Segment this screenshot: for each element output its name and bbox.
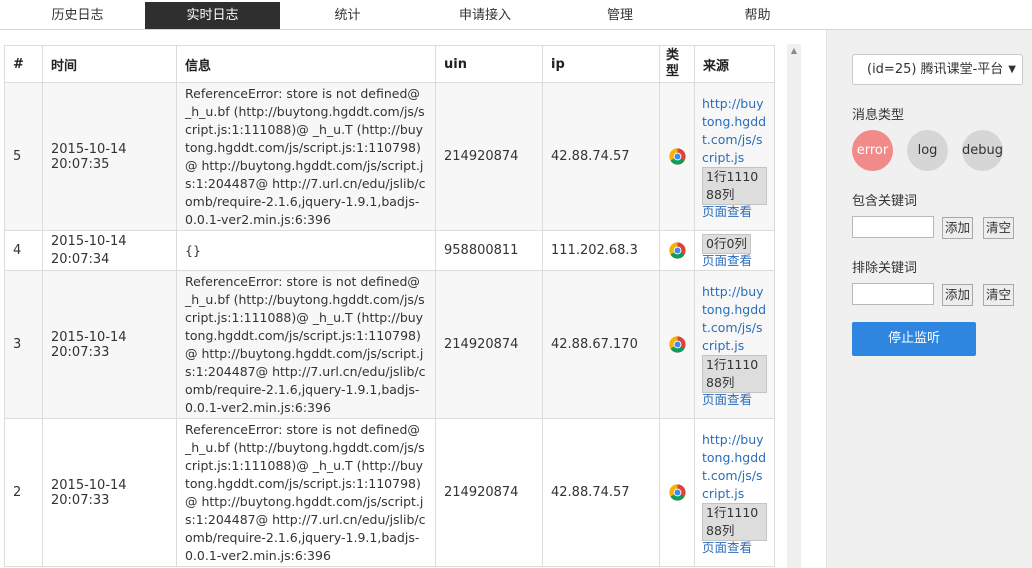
header-ip: ip (542, 45, 660, 83)
row-info: ReferenceError: store is not defined@ _h… (176, 82, 436, 231)
log-panel: # 时间 信息 uin ip 类型 来源 5 2015-10-14 20:07:3… (0, 30, 826, 568)
scrollbar[interactable]: ▲ (787, 44, 801, 568)
nav-history-logs[interactable]: 历史日志 (10, 2, 145, 29)
row-clock: 20:07:33 (51, 492, 110, 508)
row-clock: 20:07:33 (51, 344, 110, 360)
nav-help[interactable]: 帮助 (690, 2, 825, 29)
position-badge: 1行111088列 (702, 502, 767, 541)
row-ip: 111.202.68.3 (542, 230, 660, 271)
row-num: 4 (4, 230, 43, 271)
position-badge: 1行111088列 (702, 354, 767, 393)
view-page-link[interactable]: 页面查看 (702, 392, 767, 407)
row-browser (659, 82, 695, 231)
row-info: ReferenceError: store is not defined@ _h… (176, 270, 436, 419)
nav-statistics[interactable]: 统计 (280, 2, 415, 29)
row-source: 0行0列 页面查看 (694, 230, 775, 271)
header-source: 来源 (694, 45, 775, 83)
row-info: {} (176, 230, 436, 271)
row-date: 2015-10-14 (51, 233, 127, 249)
type-log-toggle[interactable]: log (907, 130, 948, 171)
table-row: 3 2015-10-14 20:07:33 ReferenceError: sto… (4, 270, 775, 419)
source-link[interactable]: http://buytong.hgddt.com/js/script.js (702, 431, 767, 503)
row-browser (659, 270, 695, 419)
header-type: 类型 (659, 45, 695, 83)
exclude-clear-button[interactable]: 清空 (983, 284, 1014, 306)
row-num: 3 (4, 270, 43, 419)
project-select-value: (id=25) 腾讯课堂-平台 (867, 62, 1004, 77)
row-time: 2015-10-14 20:07:35 (42, 82, 177, 231)
row-uin: 958800811 (435, 230, 543, 271)
type-error-toggle[interactable]: error (852, 130, 893, 171)
row-time: 2015-10-14 20:07:34 (42, 230, 177, 271)
project-select[interactable]: (id=25) 腾讯课堂-平台 ▼ (852, 54, 1023, 85)
row-num: 2 (4, 418, 43, 567)
row-date: 2015-10-14 (51, 329, 127, 345)
scroll-up-arrow-icon[interactable]: ▲ (787, 44, 801, 58)
top-nav: 历史日志 实时日志 统计 申请接入 管理 帮助 (0, 0, 1032, 30)
row-uin: 214920874 (435, 82, 543, 231)
row-info: ReferenceError: store is not defined@ _h… (176, 418, 436, 567)
row-uin: 214920874 (435, 418, 543, 567)
type-debug-toggle[interactable]: debug (962, 130, 1003, 171)
view-page-link[interactable]: 页面查看 (702, 204, 767, 219)
include-clear-button[interactable]: 清空 (983, 217, 1014, 239)
chrome-icon (668, 484, 686, 501)
log-table: # 时间 信息 uin ip 类型 来源 5 2015-10-14 20:07:3… (4, 45, 775, 567)
nav-manage[interactable]: 管理 (555, 2, 685, 29)
chevron-down-icon: ▼ (1005, 55, 1016, 84)
table-row: 4 2015-10-14 20:07:34 {} 958800811 111.20… (4, 230, 775, 271)
row-source: http://buytong.hgddt.com/js/script.js 1行… (694, 270, 775, 419)
header-info: 信息 (176, 45, 436, 83)
exclude-keyword-input[interactable] (852, 283, 934, 305)
row-source: http://buytong.hgddt.com/js/script.js 1行… (694, 82, 775, 231)
include-add-button[interactable]: 添加 (942, 217, 973, 239)
row-time: 2015-10-14 20:07:33 (42, 270, 177, 419)
row-time: 2015-10-14 20:07:33 (42, 418, 177, 567)
include-keyword-input[interactable] (852, 216, 934, 238)
chrome-icon (668, 242, 686, 259)
header-num: # (4, 45, 43, 83)
message-type-label: 消息类型 (852, 108, 905, 123)
position-badge: 0行0列 (702, 233, 751, 254)
table-row: 5 2015-10-14 20:07:35 ReferenceError: sto… (4, 82, 775, 231)
row-clock: 20:07:34 (51, 251, 110, 267)
row-ip: 42.88.67.170 (542, 270, 660, 419)
row-num: 5 (4, 82, 43, 231)
row-date: 2015-10-14 (51, 477, 127, 493)
table-row: 2 2015-10-14 20:07:33 ReferenceError: sto… (4, 418, 775, 567)
position-badge: 1行111088列 (702, 166, 767, 205)
row-browser (659, 418, 695, 567)
nav-apply-access[interactable]: 申请接入 (415, 2, 555, 29)
exclude-add-button[interactable]: 添加 (942, 284, 973, 306)
row-ip: 42.88.74.57 (542, 418, 660, 567)
row-clock: 20:07:35 (51, 156, 110, 172)
row-source: http://buytong.hgddt.com/js/script.js 1行… (694, 418, 775, 567)
header-time: 时间 (42, 45, 177, 83)
stop-listening-button[interactable]: 停止监听 (852, 322, 976, 356)
row-ip: 42.88.74.57 (542, 82, 660, 231)
include-keyword-label: 包含关键词 (852, 194, 918, 209)
view-page-link[interactable]: 页面查看 (702, 253, 767, 268)
chrome-icon (668, 148, 686, 165)
exclude-keyword-label: 排除关键词 (852, 261, 918, 276)
header-uin: uin (435, 45, 543, 83)
row-uin: 214920874 (435, 270, 543, 419)
view-page-link[interactable]: 页面查看 (702, 540, 767, 555)
filter-sidebar: (id=25) 腾讯课堂-平台 ▼ 消息类型 error log debug 包… (826, 30, 1032, 568)
nav-realtime-logs[interactable]: 实时日志 (145, 2, 280, 29)
row-browser (659, 230, 695, 271)
chrome-icon (668, 336, 686, 353)
source-link[interactable]: http://buytong.hgddt.com/js/script.js (702, 95, 767, 167)
row-date: 2015-10-14 (51, 141, 127, 157)
source-link[interactable]: http://buytong.hgddt.com/js/script.js (702, 283, 767, 355)
